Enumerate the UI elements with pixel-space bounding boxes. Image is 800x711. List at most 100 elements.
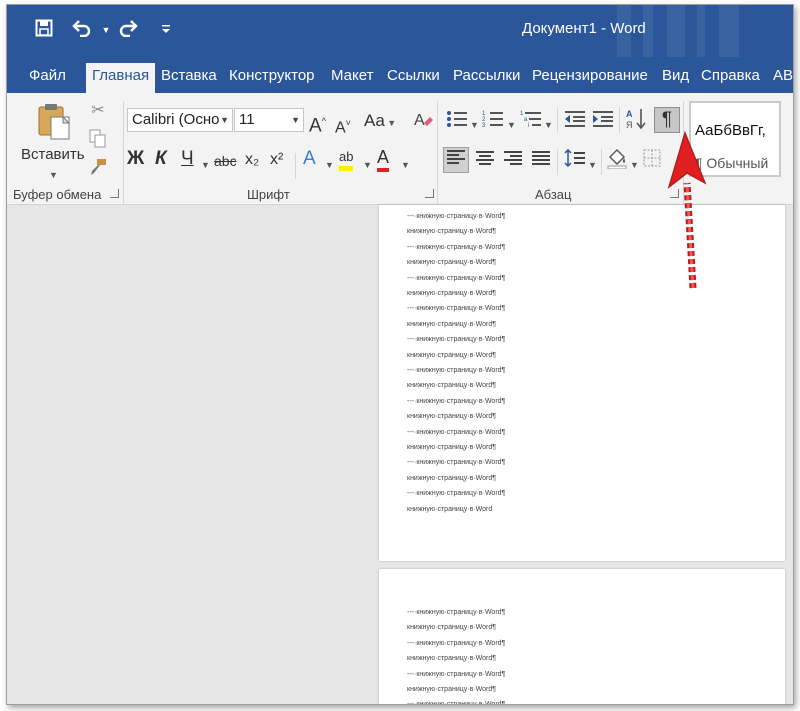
title-decoration: [719, 5, 739, 57]
tab-help[interactable]: Справка: [695, 63, 766, 93]
document-line: книжную·страницу·в·Word¶: [407, 474, 496, 482]
inline-separator: [601, 149, 602, 175]
underline-dropdown-icon[interactable]: ▼: [201, 155, 210, 175]
line-spacing-icon[interactable]: [563, 148, 587, 173]
font-launcher-icon[interactable]: [425, 189, 434, 198]
text-effects-dropdown-icon[interactable]: ▼: [325, 155, 334, 175]
justify-icon[interactable]: [529, 149, 553, 173]
document-line: ---·книжную·страницу·в·Word¶: [407, 670, 506, 678]
grow-font-label: A: [309, 115, 322, 137]
change-case-button[interactable]: Aa ▼: [364, 111, 396, 133]
inline-separator: [557, 149, 558, 175]
document-line: ---·книжную·страницу·в·Word¶: [407, 367, 506, 374]
change-case-label: Aa: [364, 111, 385, 130]
multilevel-dropdown-icon[interactable]: ▼: [544, 115, 553, 135]
svg-text:A: A: [414, 112, 425, 129]
clear-formatting-icon[interactable]: A: [412, 109, 434, 137]
sort-icon[interactable]: AЯ: [624, 107, 648, 137]
save-icon[interactable]: [33, 19, 55, 41]
bold-button[interactable]: Ж: [127, 149, 144, 169]
cut-icon[interactable]: ✂: [87, 101, 109, 123]
document-line: ---·книжную·страницу·в·Word¶: [407, 701, 506, 705]
font-color-button[interactable]: A: [377, 147, 390, 172]
numbering-icon[interactable]: 123: [481, 109, 505, 135]
font-size-value: 11: [239, 111, 255, 128]
shading-icon[interactable]: [605, 147, 629, 175]
numbering-dropdown-icon[interactable]: ▼: [507, 115, 516, 135]
multilevel-list-icon[interactable]: 1ai: [519, 109, 543, 135]
underline-button[interactable]: Ч: [181, 149, 194, 169]
tab-file[interactable]: Файл: [23, 63, 72, 93]
tab-mailings[interactable]: Рассылки: [447, 63, 526, 93]
document-line: книжную·страницу·в·Word¶: [407, 382, 496, 390]
grow-font-button[interactable]: A^: [309, 111, 326, 136]
document-line: ---·книжную·страницу·в·Word¶: [407, 490, 506, 498]
line-spacing-dropdown-icon[interactable]: ▼: [588, 155, 597, 175]
tab-view[interactable]: Вид: [656, 63, 695, 93]
document-line: книжную·страницу·в·Word¶: [407, 351, 496, 359]
svg-text:A: A: [626, 109, 633, 119]
paste-dropdown-icon[interactable]: ▼: [49, 165, 58, 185]
tab-references[interactable]: Ссылки: [381, 63, 446, 93]
clipboard-launcher-icon[interactable]: [110, 189, 119, 198]
document-page-1[interactable]: ---·книжную·страницу·в·Word¶ книжную·стра…: [379, 205, 785, 561]
document-title: Документ1 - Word: [522, 20, 646, 37]
shrink-font-button[interactable]: A˅: [335, 113, 351, 138]
font-name-value: Calibri (Осно: [132, 111, 220, 128]
bullets-icon[interactable]: [445, 109, 469, 135]
superscript-button[interactable]: x²: [270, 150, 283, 170]
decrease-indent-icon[interactable]: [563, 109, 587, 135]
bullets-dropdown-icon[interactable]: ▼: [470, 115, 479, 135]
paste-icon[interactable]: [35, 101, 75, 141]
font-color-dropdown-icon[interactable]: ▼: [401, 155, 410, 175]
redo-icon[interactable]: [117, 19, 139, 41]
document-line: ---·книжную·страницу·в·Word¶: [407, 397, 506, 405]
undo-dropdown-icon[interactable]: ▼: [95, 19, 117, 41]
shrink-font-label: A: [335, 119, 346, 137]
font-group-label: Шрифт: [247, 187, 290, 202]
subscript-button[interactable]: x₂: [245, 150, 259, 170]
italic-button[interactable]: К: [155, 149, 167, 169]
strikethrough-button[interactable]: abc: [214, 151, 237, 171]
document-line: книжную·страницу·в·Word: [407, 505, 493, 513]
document-line: ---·книжную·страницу·в·Word¶: [407, 243, 506, 251]
document-line: ---·книжную·страницу·в·Word¶: [407, 639, 506, 647]
align-left-button[interactable]: [443, 147, 469, 173]
chevron-down-icon: ▼: [291, 115, 300, 125]
document-line: ---·книжную·страницу·в·Word¶: [407, 609, 506, 616]
increase-indent-icon[interactable]: [591, 109, 615, 135]
document-line: книжную·страницу·в·Word¶: [407, 686, 496, 693]
document-line: ---·книжную·страницу·в·Word¶: [407, 459, 506, 467]
group-separator: [437, 101, 438, 205]
ribbon-tabs: Файл Главная Вставка Конструктор Макет С…: [7, 57, 793, 93]
qat-customize-icon[interactable]: [155, 19, 177, 41]
align-right-icon[interactable]: [501, 149, 525, 173]
document-line: книжную·страницу·в·Word¶: [407, 655, 496, 663]
title-decoration: [697, 5, 705, 57]
document-line: ---·книжную·страницу·в·Word¶: [407, 336, 506, 344]
document-line: книжную·страницу·в·Word¶: [407, 290, 496, 297]
highlight-button[interactable]: ab: [339, 147, 354, 171]
tab-ab[interactable]: АВ: [767, 63, 793, 93]
align-center-icon[interactable]: [473, 149, 497, 173]
text-effects-button[interactable]: A: [303, 149, 316, 169]
undo-icon[interactable]: [71, 19, 93, 41]
font-size-select[interactable]: 11 ▼: [234, 108, 304, 132]
font-name-select[interactable]: Calibri (Осно ▼: [127, 108, 233, 132]
shading-dropdown-icon[interactable]: ▼: [630, 155, 639, 175]
document-line: ---·книжную·страницу·в·Word¶: [407, 274, 506, 282]
document-line: книжную·страницу·в·Word¶: [407, 259, 496, 267]
tab-insert[interactable]: Вставка: [155, 63, 223, 93]
document-page-2[interactable]: ---·книжную·страницу·в·Word¶ книжную·стра…: [379, 569, 785, 705]
copy-icon[interactable]: [87, 129, 109, 151]
highlight-dropdown-icon[interactable]: ▼: [363, 155, 372, 175]
clipboard-group-label: Буфер обмена: [13, 187, 102, 202]
format-painter-icon[interactable]: [87, 157, 109, 179]
tab-review[interactable]: Рецензирование: [526, 63, 654, 93]
tab-layout[interactable]: Макет: [325, 63, 379, 93]
document-line: ---·книжную·страницу·в·Word¶: [407, 213, 506, 220]
tab-home[interactable]: Главная: [86, 63, 156, 93]
document-line: ---·книжную·страницу·в·Word¶: [407, 305, 506, 313]
tab-design[interactable]: Конструктор: [223, 63, 321, 93]
paste-button[interactable]: Вставить: [21, 145, 85, 165]
